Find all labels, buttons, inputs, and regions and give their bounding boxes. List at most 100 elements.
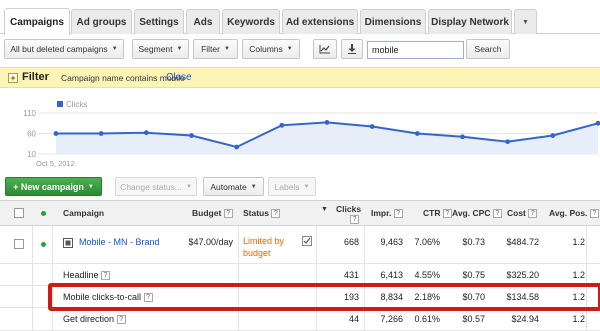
row-name-label: Mobile clicks-to-call: [63, 292, 142, 302]
campaign-name-link[interactable]: Mobile - MN - Brand: [79, 237, 160, 247]
header-budget[interactable]: Budget ?: [192, 208, 233, 219]
header-ctr[interactable]: CTR ?: [423, 208, 452, 219]
help-icon[interactable]: ?: [116, 315, 126, 325]
row-ctr: 2.18%: [414, 292, 440, 302]
tab-dimensions[interactable]: Dimensions: [360, 9, 426, 34]
y-tick-label: 110: [23, 109, 36, 118]
clicks-data-point: [505, 139, 511, 145]
campaign-cost: $484.72: [506, 237, 539, 247]
help-icon[interactable]: ?: [143, 293, 153, 303]
header-status[interactable]: Status ?: [243, 208, 281, 219]
help-icon[interactable]: ?: [492, 209, 502, 219]
columns-label: Columns: [249, 44, 283, 54]
tab-campaigns[interactable]: Campaigns: [4, 8, 70, 35]
tab-more-button[interactable]: ▼: [514, 9, 537, 34]
header-avg-pos[interactable]: Avg. Pos. ?: [549, 208, 599, 219]
tab-ads[interactable]: Ads: [186, 9, 220, 34]
select-all-checkbox[interactable]: [14, 208, 24, 218]
column-divider: [238, 226, 239, 331]
automate-dropdown[interactable]: Automate ▼: [203, 177, 264, 196]
download-button[interactable]: [341, 39, 363, 59]
chevron-down-icon: ▼: [87, 183, 94, 190]
search-input[interactable]: [367, 41, 464, 59]
header-avg-cpc[interactable]: Avg. CPC ?: [452, 208, 502, 219]
clicks-data-point: [369, 124, 375, 129]
header-avg-cpc-label: Avg. CPC: [452, 208, 491, 218]
table-row[interactable]: Mobile clicks-to-call ? 193 8,834 2.18% …: [0, 286, 600, 308]
header-budget-label: Budget: [192, 208, 222, 218]
segment-dropdown[interactable]: Segment ▼: [132, 39, 189, 59]
clicks-data-point: [324, 120, 330, 125]
table-row[interactable]: Headline ? 431 6,413 4.55% $0.75 $325.20…: [0, 264, 600, 286]
tab-keywords[interactable]: Keywords: [222, 9, 280, 34]
campaign-status-line1[interactable]: Limited by: [243, 236, 284, 246]
campaign-status-line2[interactable]: budget: [243, 248, 271, 258]
help-icon[interactable]: ?: [589, 209, 599, 219]
row-name-label: Get direction: [63, 314, 115, 324]
columns-dropdown[interactable]: Columns ▼: [242, 39, 300, 59]
table-row-campaign[interactable]: Mobile - MN - Brand $47.00/day Limited b…: [0, 226, 600, 264]
y-tick-label: 10: [27, 150, 36, 159]
chevron-down-icon: ▼: [286, 46, 293, 52]
filter-label: Filter: [201, 44, 220, 54]
help-icon[interactable]: ?: [223, 209, 233, 219]
segment-label: Segment: [138, 44, 173, 54]
change-status-dropdown[interactable]: Change status... ▼: [115, 177, 197, 196]
header-cost[interactable]: Cost ?: [507, 208, 538, 219]
legend-label: Clicks: [66, 100, 87, 109]
chevron-down-icon: ▼: [522, 18, 529, 26]
help-icon[interactable]: ?: [350, 215, 359, 224]
row-impr: 7,266: [380, 314, 403, 324]
clicks-data-point: [550, 133, 556, 138]
chevron-down-icon: ▼: [223, 46, 230, 52]
row-clicks: 44: [348, 314, 359, 324]
header-impr-label: Impr.: [371, 208, 392, 218]
tab-settings[interactable]: Settings: [134, 9, 184, 34]
header-ctr-label: CTR: [423, 208, 441, 218]
campaign-ctr: 7.06%: [414, 237, 440, 247]
filter-title: Filter: [22, 71, 49, 83]
table-row[interactable]: Get direction ? 44 7,266 0.61% $0.57 $24…: [0, 308, 600, 331]
row-avg-cpc: $0.57: [462, 314, 485, 324]
header-avg-pos-label: Avg. Pos.: [549, 208, 588, 218]
campaign-type-icon: [63, 238, 73, 248]
filter-close-link[interactable]: Close: [166, 72, 192, 83]
column-divider: [32, 226, 33, 331]
clicks-line-chart: Clicks 110 60 10Oct 5, 2012: [23, 100, 600, 168]
new-campaign-label: + New campaign: [13, 181, 84, 192]
edit-status-icon[interactable]: [302, 236, 312, 246]
clicks-data-point: [234, 144, 240, 150]
row-cost: $24.94: [511, 314, 539, 324]
new-campaign-button[interactable]: + New campaign ▼: [5, 177, 102, 196]
header-clicks[interactable]: Clicks: [336, 204, 361, 214]
header-impr[interactable]: Impr. ?: [371, 208, 403, 219]
tab-display-network[interactable]: Display Network: [428, 9, 512, 34]
tab-ad-extensions[interactable]: Ad extensions: [282, 9, 358, 34]
chart-toggle-button[interactable]: [313, 39, 337, 59]
filter-dropdown[interactable]: Filter ▼: [193, 39, 238, 59]
tab-ad-groups[interactable]: Ad groups: [71, 9, 132, 34]
column-divider: [316, 226, 317, 331]
column-divider: [586, 226, 587, 331]
sort-desc-icon: ▼: [321, 206, 328, 213]
column-divider: [52, 226, 53, 331]
search-button[interactable]: Search: [466, 39, 510, 59]
help-icon[interactable]: ?: [101, 271, 111, 281]
help-icon[interactable]: ?: [528, 209, 538, 219]
help-icon[interactable]: ?: [442, 209, 452, 219]
row-avg-pos: 1.2: [572, 314, 585, 324]
row-checkbox[interactable]: [14, 239, 24, 249]
clicks-data-point: [98, 131, 104, 136]
legend-swatch: [57, 101, 63, 107]
expand-filter-icon[interactable]: +: [8, 73, 18, 83]
labels-dropdown[interactable]: Labels ▼: [268, 177, 316, 196]
help-icon[interactable]: ?: [393, 209, 403, 219]
header-campaign[interactable]: Campaign: [63, 208, 104, 218]
help-icon[interactable]: ?: [271, 209, 281, 219]
campaign-scope-dropdown[interactable]: All but deleted campaigns ▼: [4, 39, 124, 59]
clicks-area: [56, 122, 598, 154]
row-name: Get direction ?: [63, 314, 126, 325]
campaign-avg-cpc: $0.73: [462, 237, 485, 247]
row-impr: 8,834: [380, 292, 403, 302]
header-cost-label: Cost: [507, 208, 526, 218]
